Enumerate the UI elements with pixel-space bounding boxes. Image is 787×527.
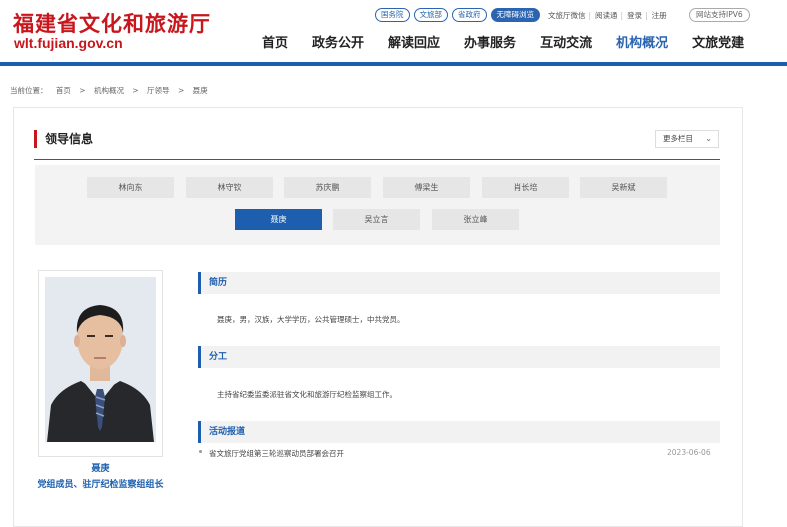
resume-heading: 简历 [198,272,720,294]
leader-button[interactable]: 吴新斌 [580,177,667,198]
news-heading: 活动报道 [198,421,720,443]
leader-button[interactable]: 肖长培 [482,177,569,198]
nav-home[interactable]: 首页 [262,32,288,51]
bullet-dot-icon [199,450,202,453]
divider: | [645,10,648,20]
site-logo-title[interactable]: 福建省文化和旅游厅 [13,8,211,38]
breadcrumb-separator: > [177,86,185,95]
news-item-link[interactable]: 省文旅厅党组第三轮巡察动员部署会召开 [209,448,344,459]
link-wenlvbu[interactable]: 文旅部 [413,8,448,22]
link-shengzhengfu[interactable]: 省政府 [452,8,487,22]
leader-button[interactable]: 苏庆鹏 [284,177,371,198]
nav-underline-bar [0,62,787,66]
top-links: 国务院 文旅部 省政府 无障碍浏览 文旅厅微信 | 阅读通 | 登录 | 注册 [375,8,667,22]
main-nav: 首页 政务公开 解读回应 办事服务 互动交流 机构概况 文旅党建 [262,32,768,51]
breadcrumb: 当前位置： 首页 > 机构概况 > 厅领导 > 聂庚 [10,85,214,96]
ipv6-badge: 网站支持IPV6 [689,8,750,22]
chevron-down-icon: ⌄ [705,134,712,143]
portrait-illustration [45,277,156,442]
link-guowuyuan[interactable]: 国务院 [375,8,410,22]
login-link[interactable]: 登录 [627,10,642,21]
breadcrumb-label: 当前位置： [10,86,48,95]
section-title: 领导信息 [34,130,93,148]
leader-name-caption: 聂庚 [91,464,110,474]
duty-text: 主持省纪委监委派驻省文化和旅游厅纪检监察组工作。 [217,390,397,399]
more-columns-dropdown[interactable]: 更多栏目 ⌄ [655,130,719,148]
breadcrumb-home[interactable]: 首页 [56,86,71,95]
leader-button[interactable]: 吴立言 [333,209,420,230]
breadcrumb-leaders[interactable]: 厅领导 [147,86,170,95]
leader-list: 林向东 林守钦 苏庆鹏 傅梁生 肖长培 吴新斌 聂庚 吴立言 张立峰 [35,165,720,245]
leader-button[interactable]: 张立峰 [432,209,519,230]
more-columns-label: 更多栏目 [663,134,693,143]
news-item-date: 2023-06-06 [667,448,711,457]
duty-heading: 分工 [198,346,720,368]
breadcrumb-separator: > [132,86,139,95]
nav-services[interactable]: 办事服务 [464,32,516,51]
nav-organization[interactable]: 机构概况 [616,32,668,51]
leader-button-selected[interactable]: 聂庚 [235,209,322,230]
breadcrumb-organization[interactable]: 机构概况 [94,86,124,95]
divider: | [620,10,624,20]
nav-government-affairs[interactable]: 政务公开 [312,32,364,51]
nav-party-building[interactable]: 文旅党建 [692,32,744,51]
site-url[interactable]: wlt.fujian.gov.cn [14,35,123,51]
leader-button[interactable]: 林向东 [87,177,174,198]
accessibility-button[interactable]: 无障碍浏览 [490,8,540,22]
leader-role-caption: 党组成员、驻厅纪检监察组组长 [37,480,164,490]
breadcrumb-separator: > [79,86,86,95]
link-wechat[interactable]: 文旅厅微信 [548,10,586,21]
link-reader[interactable]: 阅读通 [595,10,618,21]
nav-interaction[interactable]: 互动交流 [540,32,592,51]
leader-button[interactable]: 林守钦 [186,177,273,198]
section-divider [34,159,720,160]
breadcrumb-current: 聂庚 [192,86,208,95]
portrait-photo [45,277,156,442]
register-link[interactable]: 注册 [652,10,667,21]
nav-interpretation[interactable]: 解读回应 [388,32,440,51]
leader-button[interactable]: 傅梁生 [383,177,470,198]
portrait-frame [38,270,163,457]
site-header: 福建省文化和旅游厅 wlt.fujian.gov.cn 国务院 文旅部 省政府 … [0,0,787,62]
resume-text: 聂庚，男，汉族，大学学历，公共管理硕士，中共党员。 [217,315,405,324]
divider: | [588,10,592,20]
